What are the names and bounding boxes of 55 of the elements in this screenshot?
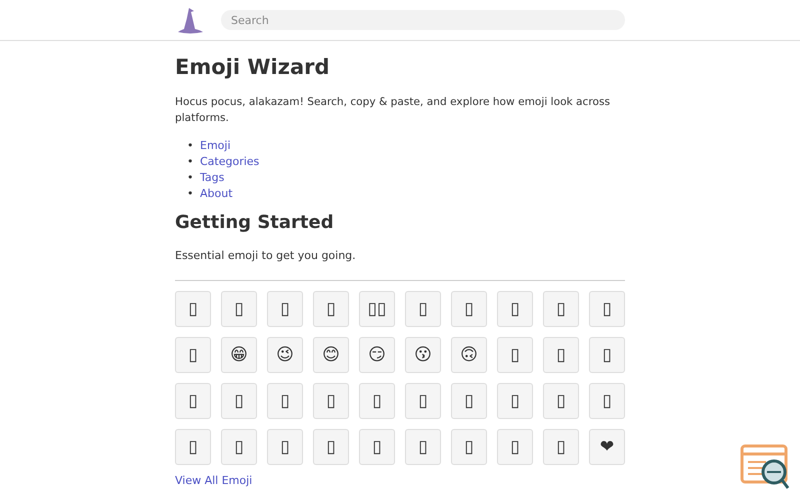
emoji-tile[interactable]: ▯ bbox=[267, 383, 303, 420]
browser-search-icon[interactable] bbox=[740, 444, 792, 492]
emoji-tile[interactable]: ▯▯ bbox=[359, 291, 395, 328]
bullet: • bbox=[187, 186, 194, 202]
emoji-tile[interactable]: ▯ bbox=[543, 383, 579, 420]
emoji-tile[interactable]: ▯ bbox=[589, 383, 625, 420]
emoji-tile[interactable]: ▯ bbox=[451, 291, 487, 328]
emoji-tile[interactable]: 😁 bbox=[221, 337, 257, 374]
intro-text: Hocus pocus, alakazam! Search, copy & paste, and explore how emoji look across platforms. bbox=[175, 95, 612, 126]
bullet: • bbox=[187, 138, 194, 154]
emoji-tile[interactable]: ▯ bbox=[175, 337, 211, 374]
emoji-tile[interactable]: ▯ bbox=[543, 429, 579, 466]
emoji-tile[interactable]: ▯ bbox=[497, 337, 533, 374]
emoji-tile[interactable]: ▯ bbox=[221, 429, 257, 466]
emoji-tile[interactable]: ▯ bbox=[405, 383, 441, 420]
emoji-tile[interactable]: ▯ bbox=[405, 429, 441, 466]
emoji-tile[interactable]: ▯ bbox=[543, 291, 579, 328]
bullet: • bbox=[187, 170, 194, 186]
emoji-tile[interactable]: ▯ bbox=[359, 429, 395, 466]
emoji-tile[interactable]: ▯ bbox=[175, 429, 211, 466]
nav-link[interactable]: About bbox=[200, 187, 233, 200]
emoji-tile[interactable]: ▯ bbox=[359, 383, 395, 420]
emoji-tile[interactable]: ▯ bbox=[543, 337, 579, 374]
emoji-tile[interactable]: ▯ bbox=[589, 337, 625, 374]
emoji-tile[interactable]: ▯ bbox=[221, 291, 257, 328]
emoji-tile[interactable]: ▯ bbox=[589, 291, 625, 328]
emoji-tile[interactable]: ▯ bbox=[451, 429, 487, 466]
section-title: Getting Started bbox=[175, 212, 335, 234]
emoji-tile[interactable]: ▯ bbox=[175, 383, 211, 420]
nav-link[interactable]: Categories bbox=[200, 155, 260, 168]
emoji-tile[interactable]: 😏 bbox=[359, 337, 395, 374]
view-all-link[interactable]: View All Emoji bbox=[175, 474, 252, 488]
search-field[interactable]: Search bbox=[221, 10, 625, 30]
emoji-tile[interactable]: ▯ bbox=[313, 291, 349, 328]
emoji-tile[interactable]: ▯ bbox=[175, 291, 211, 328]
nav-link[interactable]: Emoji bbox=[200, 139, 231, 152]
emoji-tile[interactable]: ▯ bbox=[405, 291, 441, 328]
emoji-tile[interactable]: 😗 bbox=[405, 337, 441, 374]
emoji-tile[interactable]: ▯ bbox=[313, 383, 349, 420]
bullet: • bbox=[187, 154, 194, 170]
emoji-tile[interactable]: 😊 bbox=[313, 337, 349, 374]
emoji-tile[interactable]: 🙃 bbox=[451, 337, 487, 374]
emoji-tile[interactable]: ▯ bbox=[497, 383, 533, 420]
emoji-tile[interactable]: 😉 bbox=[267, 337, 303, 374]
section-description: Essential emoji to get you going. bbox=[175, 248, 357, 264]
emoji-tile[interactable]: ▯ bbox=[267, 291, 303, 328]
nav-link[interactable]: Tags bbox=[200, 171, 224, 184]
emoji-tile[interactable]: ▯ bbox=[497, 429, 533, 466]
emoji-tile[interactable]: ▯ bbox=[221, 383, 257, 420]
page-title: Emoji Wizard bbox=[175, 55, 331, 80]
emoji-tile[interactable]: ▯ bbox=[497, 291, 533, 328]
emoji-tile[interactable]: ▯ bbox=[451, 383, 487, 420]
emoji-tile[interactable]: ❤ bbox=[589, 429, 625, 466]
emoji-tile[interactable]: ▯ bbox=[267, 429, 303, 466]
emoji-tile[interactable]: ▯ bbox=[313, 429, 349, 466]
